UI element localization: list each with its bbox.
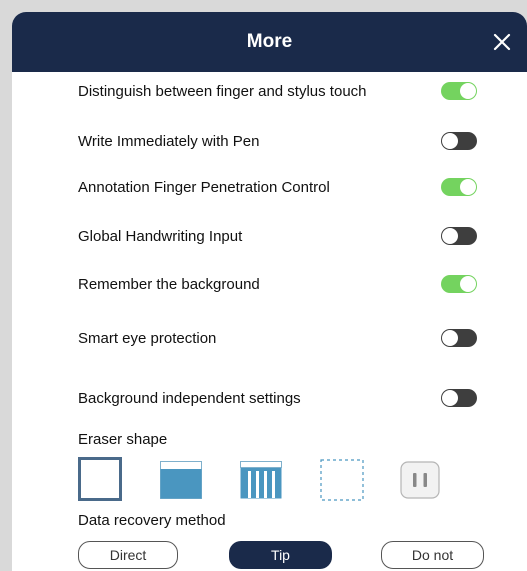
toggle-remember-background[interactable] (441, 275, 477, 293)
setting-row-annotation-penetration: Annotation Finger Penetration Control (78, 174, 477, 200)
toggle-knob (442, 133, 458, 149)
dashed-square-icon[interactable] (320, 459, 364, 506)
recovery-direct-button[interactable]: Direct (78, 541, 178, 569)
toggle-knob (460, 83, 476, 99)
rectangle-filled-icon[interactable] (160, 461, 202, 504)
toggle-background-independent[interactable] (441, 389, 477, 407)
eraser-shape-label: Eraser shape (78, 431, 168, 448)
dialog-header: More (12, 12, 527, 72)
setting-label: Smart eye protection (78, 329, 217, 347)
stripes-icon[interactable] (240, 461, 282, 504)
close-icon[interactable] (491, 31, 513, 53)
toggle-write-immediately[interactable] (441, 132, 477, 150)
setting-row-background-independent: Background independent settings (78, 385, 477, 411)
setting-row-distinguish-touch: Distinguish between finger and stylus to… (78, 78, 477, 104)
data-recovery-label: Data recovery method (78, 512, 226, 529)
toggle-knob (442, 228, 458, 244)
square-outline-icon[interactable] (78, 457, 122, 506)
toggle-distinguish-touch[interactable] (441, 82, 477, 100)
toggle-annotation-penetration[interactable] (441, 178, 477, 196)
eraser-shape-picker (78, 457, 478, 503)
setting-label: Distinguish between finger and stylus to… (78, 82, 367, 100)
recovery-tip-button[interactable]: Tip (229, 541, 332, 569)
toggle-knob (460, 179, 476, 195)
toggle-eye-protection[interactable] (441, 329, 477, 347)
setting-label: Remember the background (78, 275, 260, 293)
toggle-global-handwriting[interactable] (441, 227, 477, 245)
setting-label: Write Immediately with Pen (78, 132, 260, 150)
setting-label: Annotation Finger Penetration Control (78, 178, 330, 196)
dialog-title: More (246, 31, 293, 52)
toggle-knob (460, 276, 476, 292)
more-dialog: More Distinguish between finger and styl… (12, 12, 527, 571)
setting-label: Background independent settings (78, 389, 301, 407)
pause-icon[interactable] (400, 461, 440, 504)
toggle-knob (442, 390, 458, 406)
toggle-knob (442, 330, 458, 346)
setting-label: Global Handwriting Input (78, 227, 243, 245)
recovery-do-not-button[interactable]: Do not (381, 541, 484, 569)
recovery-options: Direct Tip Do not (78, 541, 488, 571)
setting-row-write-immediately: Write Immediately with Pen (78, 128, 477, 154)
setting-row-global-handwriting: Global Handwriting Input (78, 223, 477, 249)
setting-row-eye-protection: Smart eye protection (78, 325, 477, 351)
setting-row-remember-background: Remember the background (78, 271, 477, 297)
